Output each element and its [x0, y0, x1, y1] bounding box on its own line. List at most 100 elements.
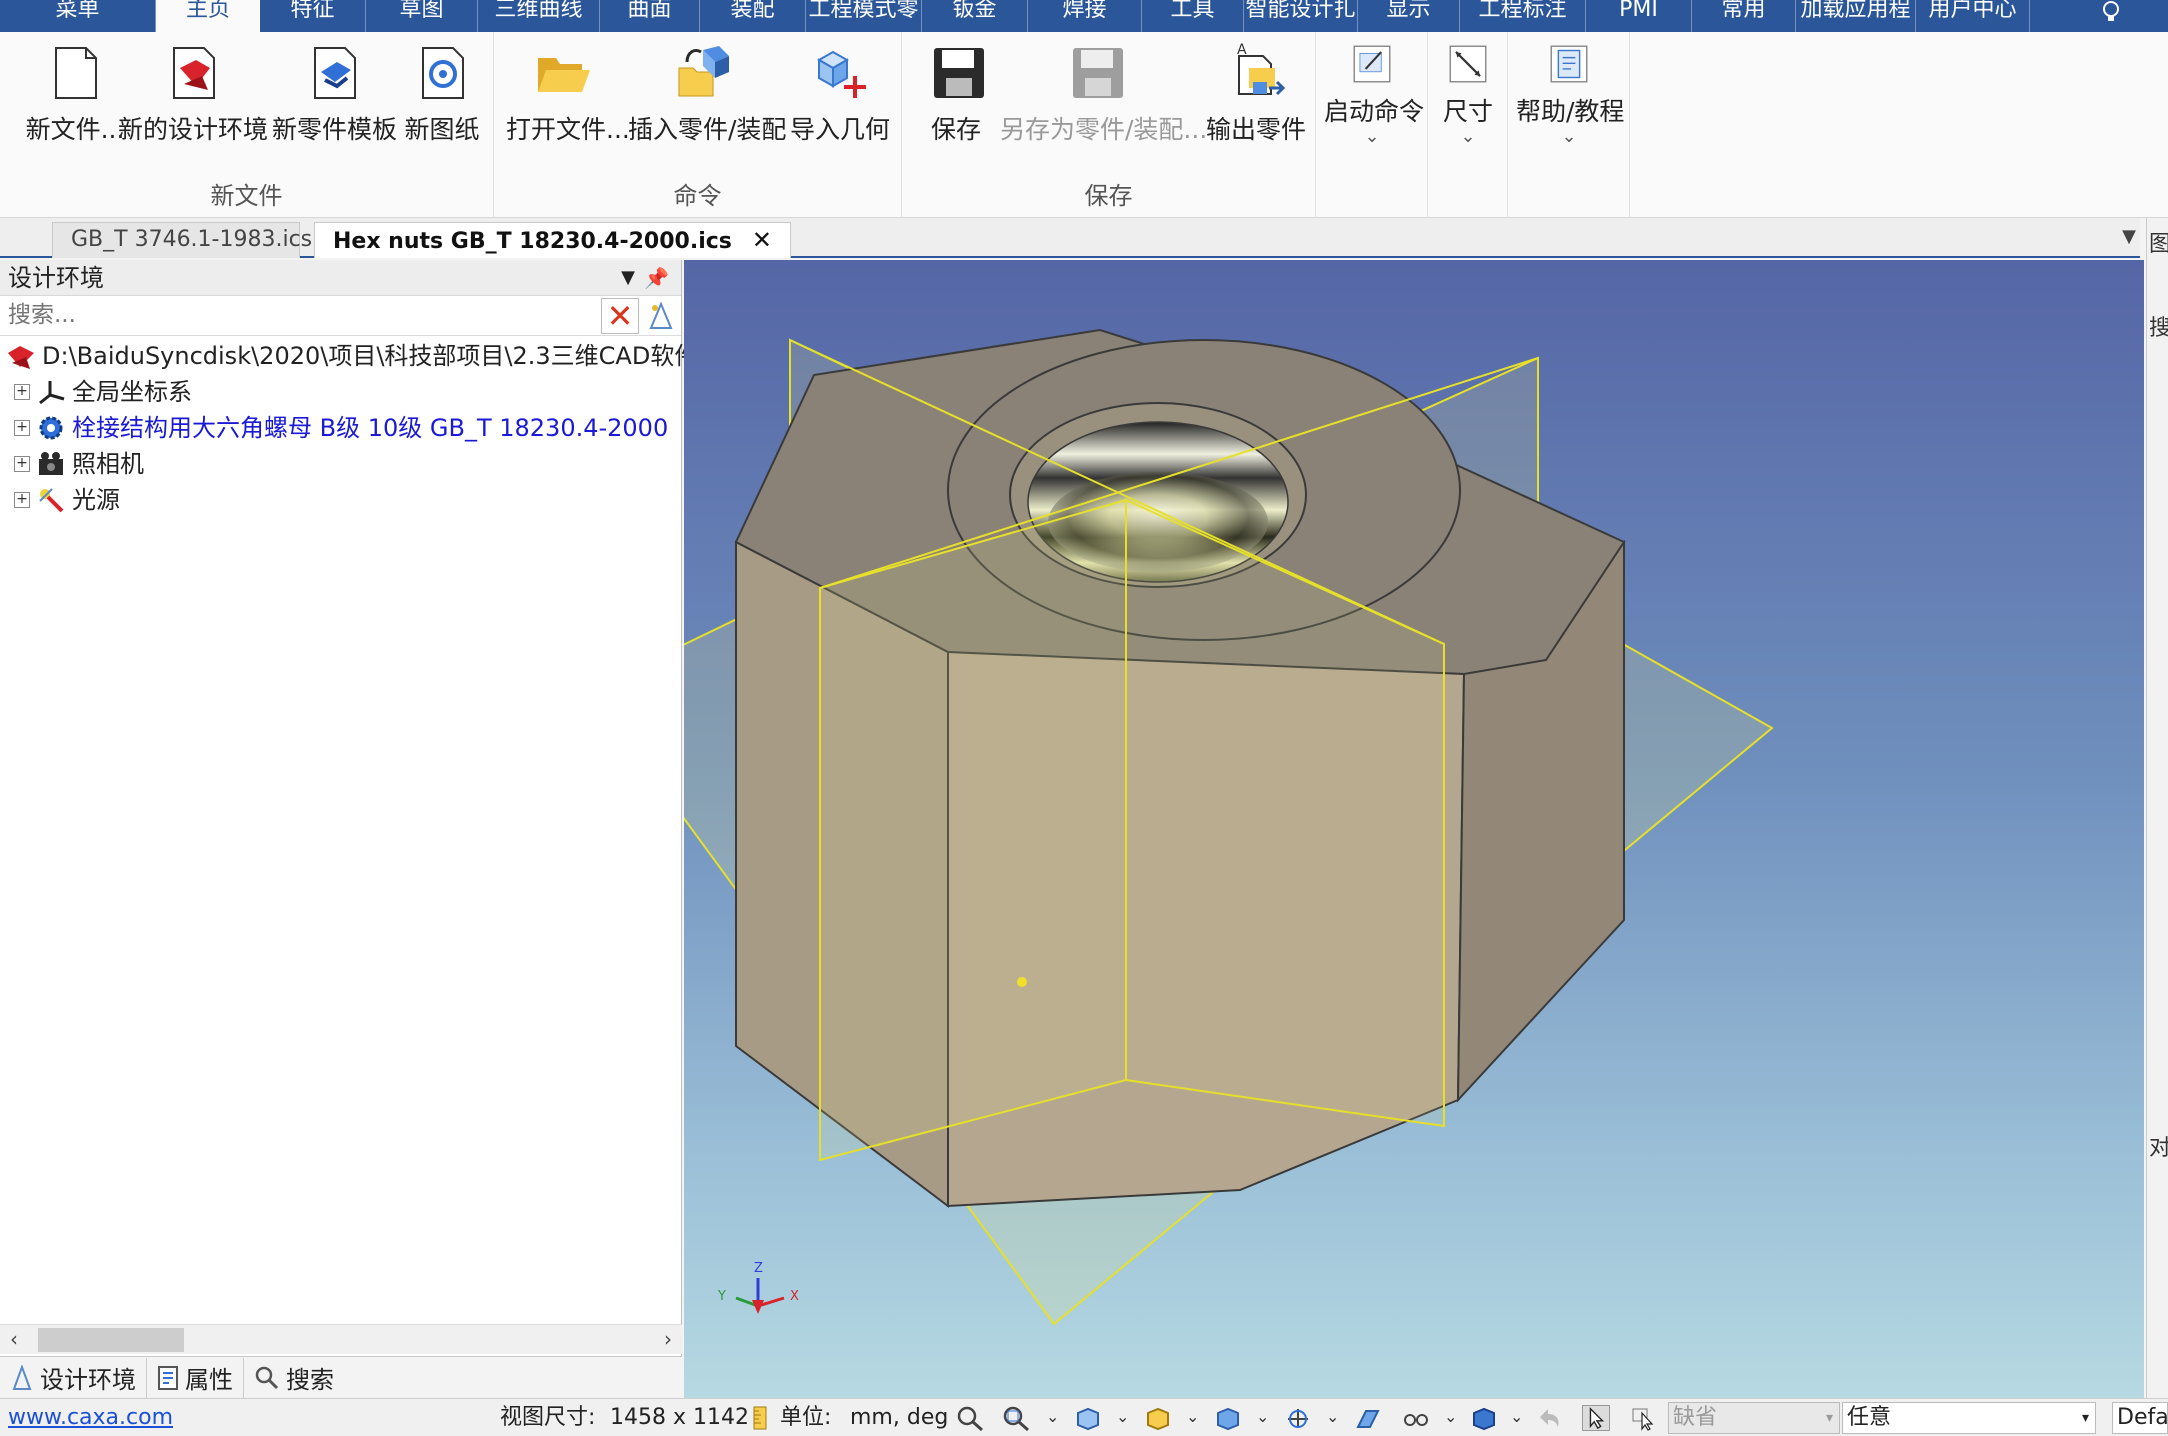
tab-design-environment[interactable]: 设计环境 — [0, 1357, 147, 1398]
glasses-icon[interactable] — [1402, 1405, 1430, 1431]
view-orient-icon[interactable] — [1074, 1405, 1102, 1431]
ribbon-tab-4[interactable]: 三维曲线 — [478, 0, 600, 32]
right-strip-label-3[interactable]: 对 — [2149, 1130, 2168, 1162]
tree-item-hex-nut[interactable]: + 栓接结构用大六角螺母 B级 10级 GB_T 18230.4-2000 — [14, 410, 668, 446]
new-drawing-button[interactable]: 新图纸 — [402, 42, 482, 146]
axis-label-y: Y — [717, 1289, 726, 1304]
export-part-button[interactable]: A 输出零件 — [1204, 42, 1308, 146]
scroll-left-icon[interactable]: ‹ — [10, 1327, 18, 1351]
ribbon-group-label: 保存 — [1084, 182, 1133, 210]
close-icon[interactable]: ✕ — [752, 226, 772, 254]
display-cube-icon[interactable] — [1214, 1405, 1242, 1431]
website-link[interactable]: www.caxa.com — [8, 1399, 173, 1436]
chevron-down-icon: ▾ — [2081, 1410, 2089, 1426]
chevron-down-icon[interactable]: ⌄ — [1186, 1407, 1199, 1426]
doc-tab-gb-t-3746[interactable]: GB_T 3746.1-1983.ics — [52, 222, 312, 258]
help-tutorial-button[interactable]: 帮助/教程 ⌄ — [1516, 42, 1624, 146]
ribbon-tab-8[interactable]: 钣金 — [922, 0, 1028, 32]
ribbon-tab-13[interactable]: 工程标注 — [1460, 0, 1586, 32]
section-view-icon[interactable] — [1354, 1405, 1382, 1431]
design-env-icon — [8, 346, 34, 369]
select-pointer-icon[interactable] — [1582, 1405, 1610, 1431]
ribbon-tab-11[interactable]: 智能设计扎 — [1244, 0, 1358, 32]
expand-icon[interactable]: + — [14, 384, 30, 400]
ribbon-tab-0[interactable]: 菜单 — [0, 0, 156, 32]
default-filter-select[interactable]: 缺省 ▾ — [1668, 1402, 1840, 1434]
dimension-button[interactable]: 尺寸 ⌄ — [1438, 42, 1498, 146]
new-part-template-button[interactable]: 新零件模板 — [272, 42, 397, 146]
insert-part-icon — [678, 46, 729, 97]
tab-search[interactable]: 搜索 — [244, 1358, 344, 1398]
ribbon-tab-1[interactable]: 主页 — [156, 0, 260, 32]
save-button[interactable]: 保存 — [928, 42, 984, 146]
ribbon-tab-3[interactable]: 草图 — [366, 0, 478, 32]
render-mode-icon[interactable] — [1144, 1405, 1172, 1431]
ribbon-tab-6[interactable]: 装配 — [700, 0, 806, 32]
tree-item-global-coordinates[interactable]: + 全局坐标系 — [14, 374, 192, 410]
ribbon-tab-7[interactable]: 工程模式零 — [806, 0, 922, 32]
view-size-label: 视图尺寸: — [500, 1405, 596, 1430]
3d-viewport[interactable]: Z X Y — [684, 260, 2144, 1398]
panel-header: 设计环境 ▼ 📌 — [0, 260, 681, 296]
tree-item-light-source[interactable]: + 光源 — [14, 482, 120, 518]
expand-icon[interactable]: + — [14, 420, 30, 436]
tree-item-camera[interactable]: + 照相机 — [14, 446, 144, 482]
new-design-env-button[interactable]: 新的设计环境 — [118, 42, 268, 146]
right-strip-label-2[interactable]: 搜 — [2149, 310, 2168, 342]
tree-search-input[interactable] — [0, 296, 580, 334]
status-bar: www.caxa.com 视图尺寸: 1458 x 1142 单位: mm, d… — [0, 1398, 2168, 1436]
pin-icon[interactable]: 📌 — [644, 260, 669, 296]
ribbon-tab-12[interactable]: 显示 — [1358, 0, 1460, 32]
scroll-right-icon[interactable]: › — [664, 1327, 672, 1351]
chevron-down-icon[interactable]: ⌄ — [1046, 1407, 1059, 1426]
hex-nut-model[interactable]: Z X Y — [684, 260, 2144, 1398]
any-filter-select[interactable]: 任意 ▾ — [1842, 1402, 2096, 1434]
ribbon-group-save: 保存 另存为零件/装配... A 输出零件 保存 — [902, 32, 1316, 218]
ribbon-tab-14[interactable]: PMI — [1586, 0, 1692, 32]
rotate-view-icon[interactable] — [1284, 1405, 1312, 1431]
chevron-down-icon[interactable]: ⌄ — [1326, 1407, 1339, 1426]
box-view-icon[interactable] — [1470, 1405, 1498, 1431]
scrollbar-thumb[interactable] — [38, 1328, 184, 1352]
view-size-value: 1458 x 1142 — [610, 1405, 749, 1430]
ribbon-group-new-file: 新文件... 新的设计环境 新零件模板 新图纸 新文件 — [0, 32, 494, 218]
chevron-down-icon[interactable]: ⌄ — [1256, 1407, 1269, 1426]
right-filter-select[interactable]: Defa — [2112, 1402, 2168, 1434]
ribbon-tab-15[interactable]: 常用 — [1692, 0, 1796, 32]
chevron-down-icon[interactable]: ⌄ — [1444, 1407, 1457, 1426]
save-as-button[interactable]: 另存为零件/装配... — [1000, 42, 1207, 146]
new-design-env-icon — [173, 47, 215, 99]
tree-root-node[interactable]: D:\BaiduSyncdisk\2020\项目\科技部项目\2.3三维CAD软… — [6, 338, 698, 374]
expand-icon[interactable]: + — [14, 492, 30, 508]
right-strip-label-1[interactable]: 图 — [2149, 226, 2168, 258]
chevron-down-icon[interactable]: ⌄ — [1116, 1407, 1129, 1426]
insert-part-button[interactable]: 插入零件/装配 — [628, 42, 786, 146]
horizontal-scrollbar[interactable]: ‹ › — [0, 1324, 682, 1354]
panel-menu-dropdown-icon[interactable]: ▼ — [621, 260, 635, 296]
import-geometry-button[interactable]: 导入几何 — [790, 42, 890, 146]
tab-properties[interactable]: 属性 — [147, 1357, 244, 1398]
chevron-down-icon[interactable]: ⌄ — [1510, 1407, 1523, 1426]
new-part-template-icon — [314, 47, 356, 99]
open-file-button[interactable]: 打开文件... — [506, 42, 630, 146]
ribbon-tab-5[interactable]: 曲面 — [600, 0, 700, 32]
lightbulb-icon[interactable] — [2098, 0, 2124, 26]
unit-value[interactable]: mm, deg — [850, 1399, 948, 1436]
tree-filter-icon[interactable] — [645, 300, 677, 332]
undo-view-icon[interactable] — [1534, 1405, 1562, 1431]
ribbon-tab-17[interactable]: 用户中心 — [1916, 0, 2030, 32]
new-file-button[interactable]: 新文件... — [20, 42, 130, 146]
save-as-disk-icon — [1073, 48, 1123, 98]
select-filter-icon[interactable] — [1630, 1405, 1658, 1431]
tab-list-dropdown-icon[interactable]: ▼ — [2122, 226, 2136, 247]
clear-search-icon[interactable]: ✕ — [601, 298, 639, 334]
doc-tab-hex-nuts[interactable]: Hex nuts GB_T 18230.4-2000.ics ✕ — [314, 222, 791, 258]
expand-icon[interactable]: + — [14, 456, 30, 472]
ribbon-tab-9[interactable]: 焊接 — [1028, 0, 1142, 32]
zoom-icon[interactable] — [956, 1405, 984, 1431]
ribbon-tab-2[interactable]: 特征 — [260, 0, 366, 32]
zoom-window-icon[interactable] — [1002, 1405, 1030, 1431]
start-command-button[interactable]: 启动命令 ⌄ — [1324, 42, 1424, 146]
ribbon-tab-16[interactable]: 加载应用程 — [1796, 0, 1916, 32]
ribbon-tab-10[interactable]: 工具 — [1142, 0, 1244, 32]
